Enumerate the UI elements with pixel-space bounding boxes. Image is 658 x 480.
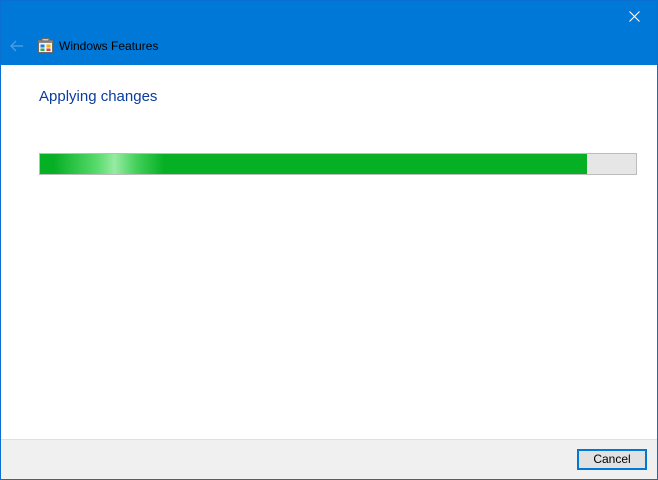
back-button[interactable]: [6, 35, 28, 57]
windows-features-icon: [38, 38, 53, 53]
window-title: Windows Features: [59, 39, 159, 53]
main-content: Applying changes: [1, 65, 657, 439]
close-icon: [629, 10, 640, 22]
windows-features-dialog: Windows Features Applying changes Cancel: [0, 0, 658, 480]
status-heading: Applying changes: [39, 88, 158, 105]
cancel-button[interactable]: Cancel: [577, 449, 647, 470]
progress-bar: [39, 153, 637, 175]
close-button[interactable]: [612, 1, 657, 31]
dialog-footer: Cancel: [1, 439, 657, 479]
progress-glow: [54, 154, 164, 174]
back-arrow-icon: [10, 40, 23, 52]
title-bar: Windows Features: [1, 1, 657, 65]
